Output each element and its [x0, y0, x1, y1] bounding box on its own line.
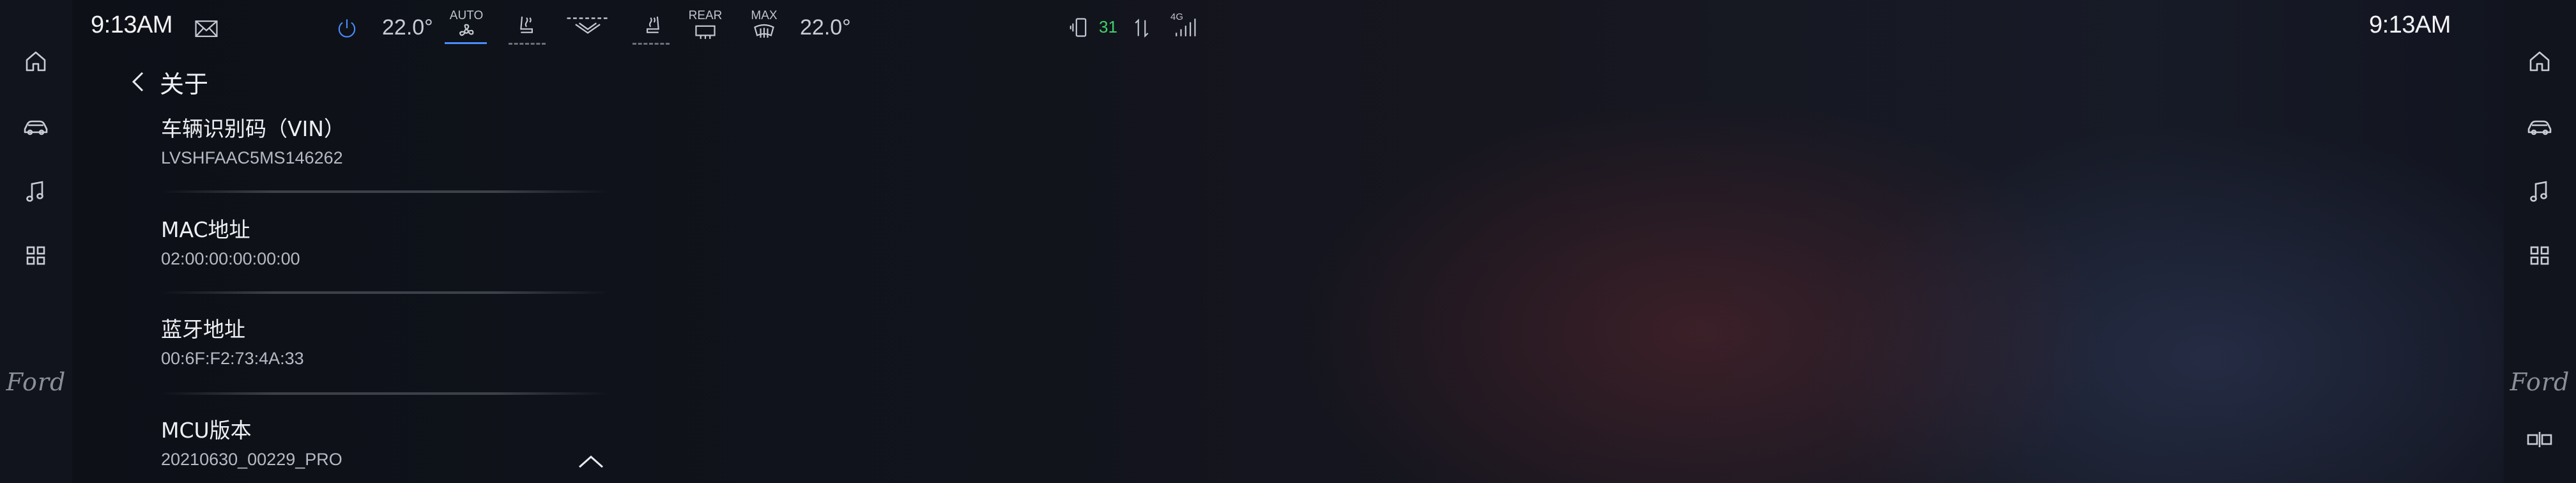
row-divider	[161, 190, 608, 193]
info-row-mcu: MCU版本 20210630_00229_PRO	[161, 417, 621, 471]
airflow-button[interactable]	[562, 12, 613, 41]
right-nav-rail: Ford	[2504, 0, 2576, 483]
vehicle-button-right[interactable]	[2519, 106, 2560, 147]
left-nav-rail: Ford	[0, 0, 72, 483]
seat-heat-level-passenger	[632, 41, 670, 45]
scroll-up-button[interactable]	[574, 450, 608, 473]
row-value: 02:00:00:00:00:00	[161, 249, 300, 268]
row-value: 00:6F:F2:73:4A:33	[161, 349, 304, 368]
status-clock-right: 9:13AM	[2369, 12, 2451, 38]
max-defrost-label: MAX	[751, 9, 778, 22]
home-button-right[interactable]	[2519, 41, 2560, 82]
brand-label: Ford	[2510, 368, 2570, 396]
row-divider	[161, 291, 608, 294]
status-clock-left: 9:13AM	[91, 12, 172, 38]
row-value: 20210630_00229_PRO	[161, 450, 342, 469]
passenger-temp[interactable]: 22.0°	[800, 15, 851, 40]
split-screen-button[interactable]	[2519, 419, 2560, 460]
home-button[interactable]	[15, 41, 56, 82]
auto-label: AUTO	[449, 9, 484, 22]
row-divider	[161, 392, 608, 395]
info-row-bluetooth: 蓝牙地址 00:6F:F2:73:4A:33	[161, 316, 621, 371]
phone-icon	[1070, 18, 1087, 37]
rear-defrost-label: REAR	[688, 9, 723, 22]
signal-value: 31	[1099, 17, 1117, 36]
row-label: MAC地址	[161, 217, 250, 242]
home-icon	[2529, 51, 2550, 72]
brand-label: Ford	[6, 368, 66, 396]
apps-button-right[interactable]	[2519, 235, 2560, 276]
music-icon	[26, 181, 43, 202]
row-value: LVSHFAAC5MS146262	[161, 148, 343, 167]
heated-seat-driver-button[interactable]	[511, 12, 543, 41]
fan-icon	[459, 24, 474, 36]
heated-seat-passenger-button[interactable]	[636, 12, 668, 41]
media-button-right[interactable]	[2519, 171, 2560, 212]
network-label: 4G	[1170, 12, 1184, 22]
ford-logo: Ford	[6, 363, 66, 401]
chevron-up-icon	[579, 455, 603, 468]
climate-power-button[interactable]	[332, 14, 362, 43]
back-button[interactable]	[125, 64, 151, 100]
ford-logo-right: Ford	[2510, 363, 2570, 401]
chevron-left-icon	[132, 72, 144, 92]
music-icon	[2530, 181, 2547, 202]
page-title: 关于	[160, 70, 209, 98]
apps-button[interactable]	[15, 235, 56, 276]
seat-heat-level	[509, 41, 546, 45]
airflow-icon	[567, 17, 609, 34]
phone-signal-indicator	[1068, 13, 1094, 42]
vehicle-button[interactable]	[15, 106, 56, 147]
rear-defrost-button[interactable]	[691, 22, 719, 41]
info-row-vin: 车辆识别码（VIN） LVSHFAAC5MS146262	[161, 115, 621, 170]
page-header: 关于	[125, 64, 208, 100]
data-transfer-indicator	[1131, 14, 1153, 42]
rear-defrost-icon	[695, 25, 716, 39]
car-icon	[2527, 120, 2552, 135]
row-label: 车辆识别码（VIN）	[161, 116, 345, 141]
split-screen-icon	[2527, 432, 2552, 447]
auto-fan-button[interactable]	[452, 22, 480, 41]
car-icon	[24, 120, 48, 135]
seat-heat-icon	[520, 16, 533, 33]
max-defrost-button[interactable]	[750, 22, 778, 41]
up-down-arrows-icon	[1135, 19, 1149, 38]
envelope-icon	[195, 20, 218, 37]
row-label: MCU版本	[161, 418, 252, 443]
front-defrost-icon	[754, 24, 774, 38]
apps-icon	[26, 246, 45, 265]
messages-button[interactable]	[192, 14, 221, 43]
apps-icon	[2530, 246, 2549, 265]
home-icon	[26, 51, 46, 72]
row-label: 蓝牙地址	[161, 317, 245, 342]
power-icon	[338, 19, 356, 38]
seat-heat-icon	[647, 16, 659, 33]
auto-active-indicator	[445, 42, 487, 44]
media-button[interactable]	[15, 171, 56, 212]
driver-temp[interactable]: 22.0°	[382, 15, 433, 40]
info-row-mac: MAC地址 02:00:00:00:00:00	[161, 216, 621, 271]
